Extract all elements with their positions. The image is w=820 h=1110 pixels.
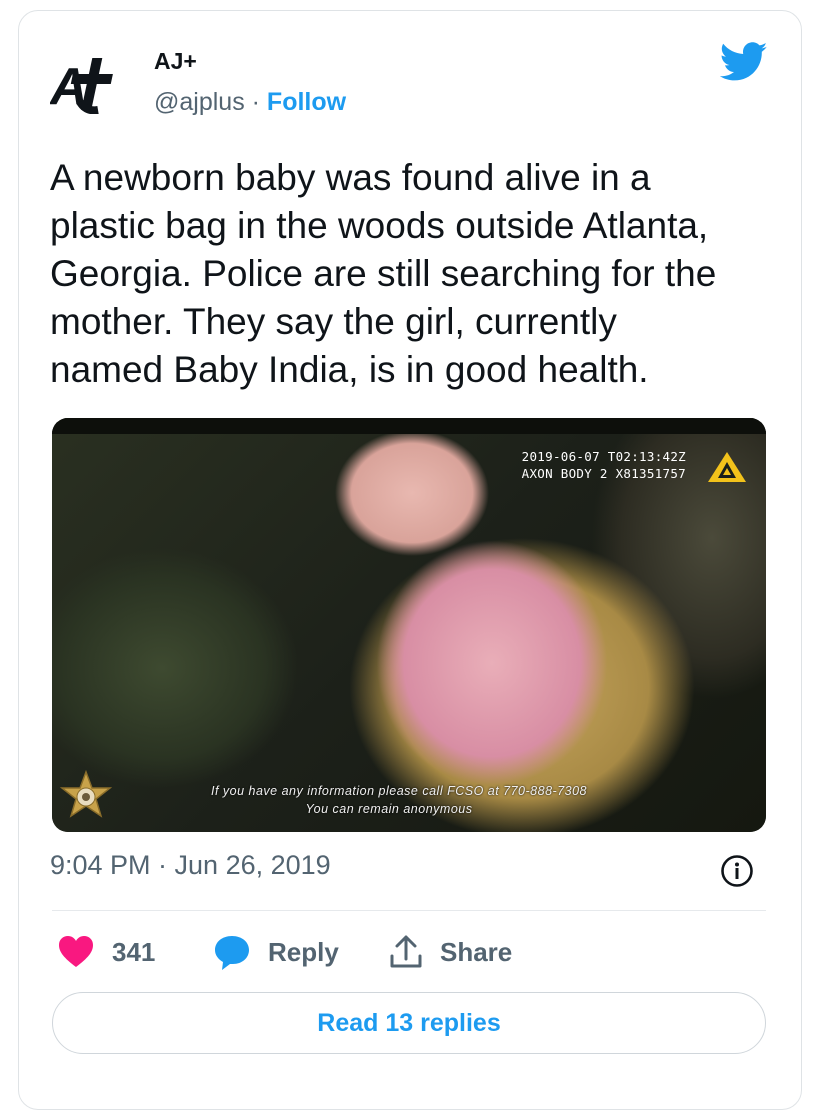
author-name[interactable]: AJ+ [154, 48, 197, 75]
like-button[interactable]: 341 [56, 928, 155, 976]
tweet-text: A newborn baby was found alive in a plas… [50, 157, 717, 390]
bodycam-stamp: 2019-06-07 T02:13:42Z AXON BODY 2 X81351… [522, 448, 686, 482]
caption-line-1: If you have any information please call … [210, 784, 588, 798]
reply-label: Reply [268, 936, 339, 967]
aj-plus-logo[interactable]: A [50, 50, 136, 114]
caption-line-2: You can remain anonymous [305, 802, 473, 816]
share-label: Share [440, 936, 513, 967]
follow-button[interactable]: Follow [267, 88, 346, 116]
tweet-timestamp[interactable]: 9:04 PM · Jun 26, 2019 [50, 850, 331, 881]
reply-button[interactable]: Reply [212, 928, 339, 976]
twitter-bird-icon[interactable] [720, 42, 768, 82]
like-count: 341 [112, 936, 156, 967]
heart-icon [59, 936, 93, 967]
stamp-line-1: 2019-06-07 T02:13:42Z [521, 449, 686, 464]
info-icon[interactable] [720, 854, 754, 888]
stamp-line-2: AXON BODY 2 X81351757 [521, 466, 686, 481]
separator: · [244, 88, 267, 116]
tweet-actions: 341 Reply Share [52, 928, 766, 976]
axon-logo-icon [708, 452, 746, 482]
share-button[interactable]: Share [386, 928, 512, 976]
tweet-header: A AJ+ @ajplus · Follow [50, 42, 770, 122]
tweet-media-image[interactable]: 2019-06-07 T02:13:42Z AXON BODY 2 X81351… [52, 418, 766, 832]
handle-row: @ajplus · Follow [154, 88, 346, 117]
share-upload-icon [390, 935, 422, 968]
media-caption: If you have any information please call … [52, 782, 766, 818]
author-handle[interactable]: @ajplus [154, 88, 245, 116]
read-replies-button[interactable]: Read 13 replies [52, 992, 766, 1054]
divider [52, 910, 766, 911]
speech-bubble-icon [215, 936, 249, 970]
